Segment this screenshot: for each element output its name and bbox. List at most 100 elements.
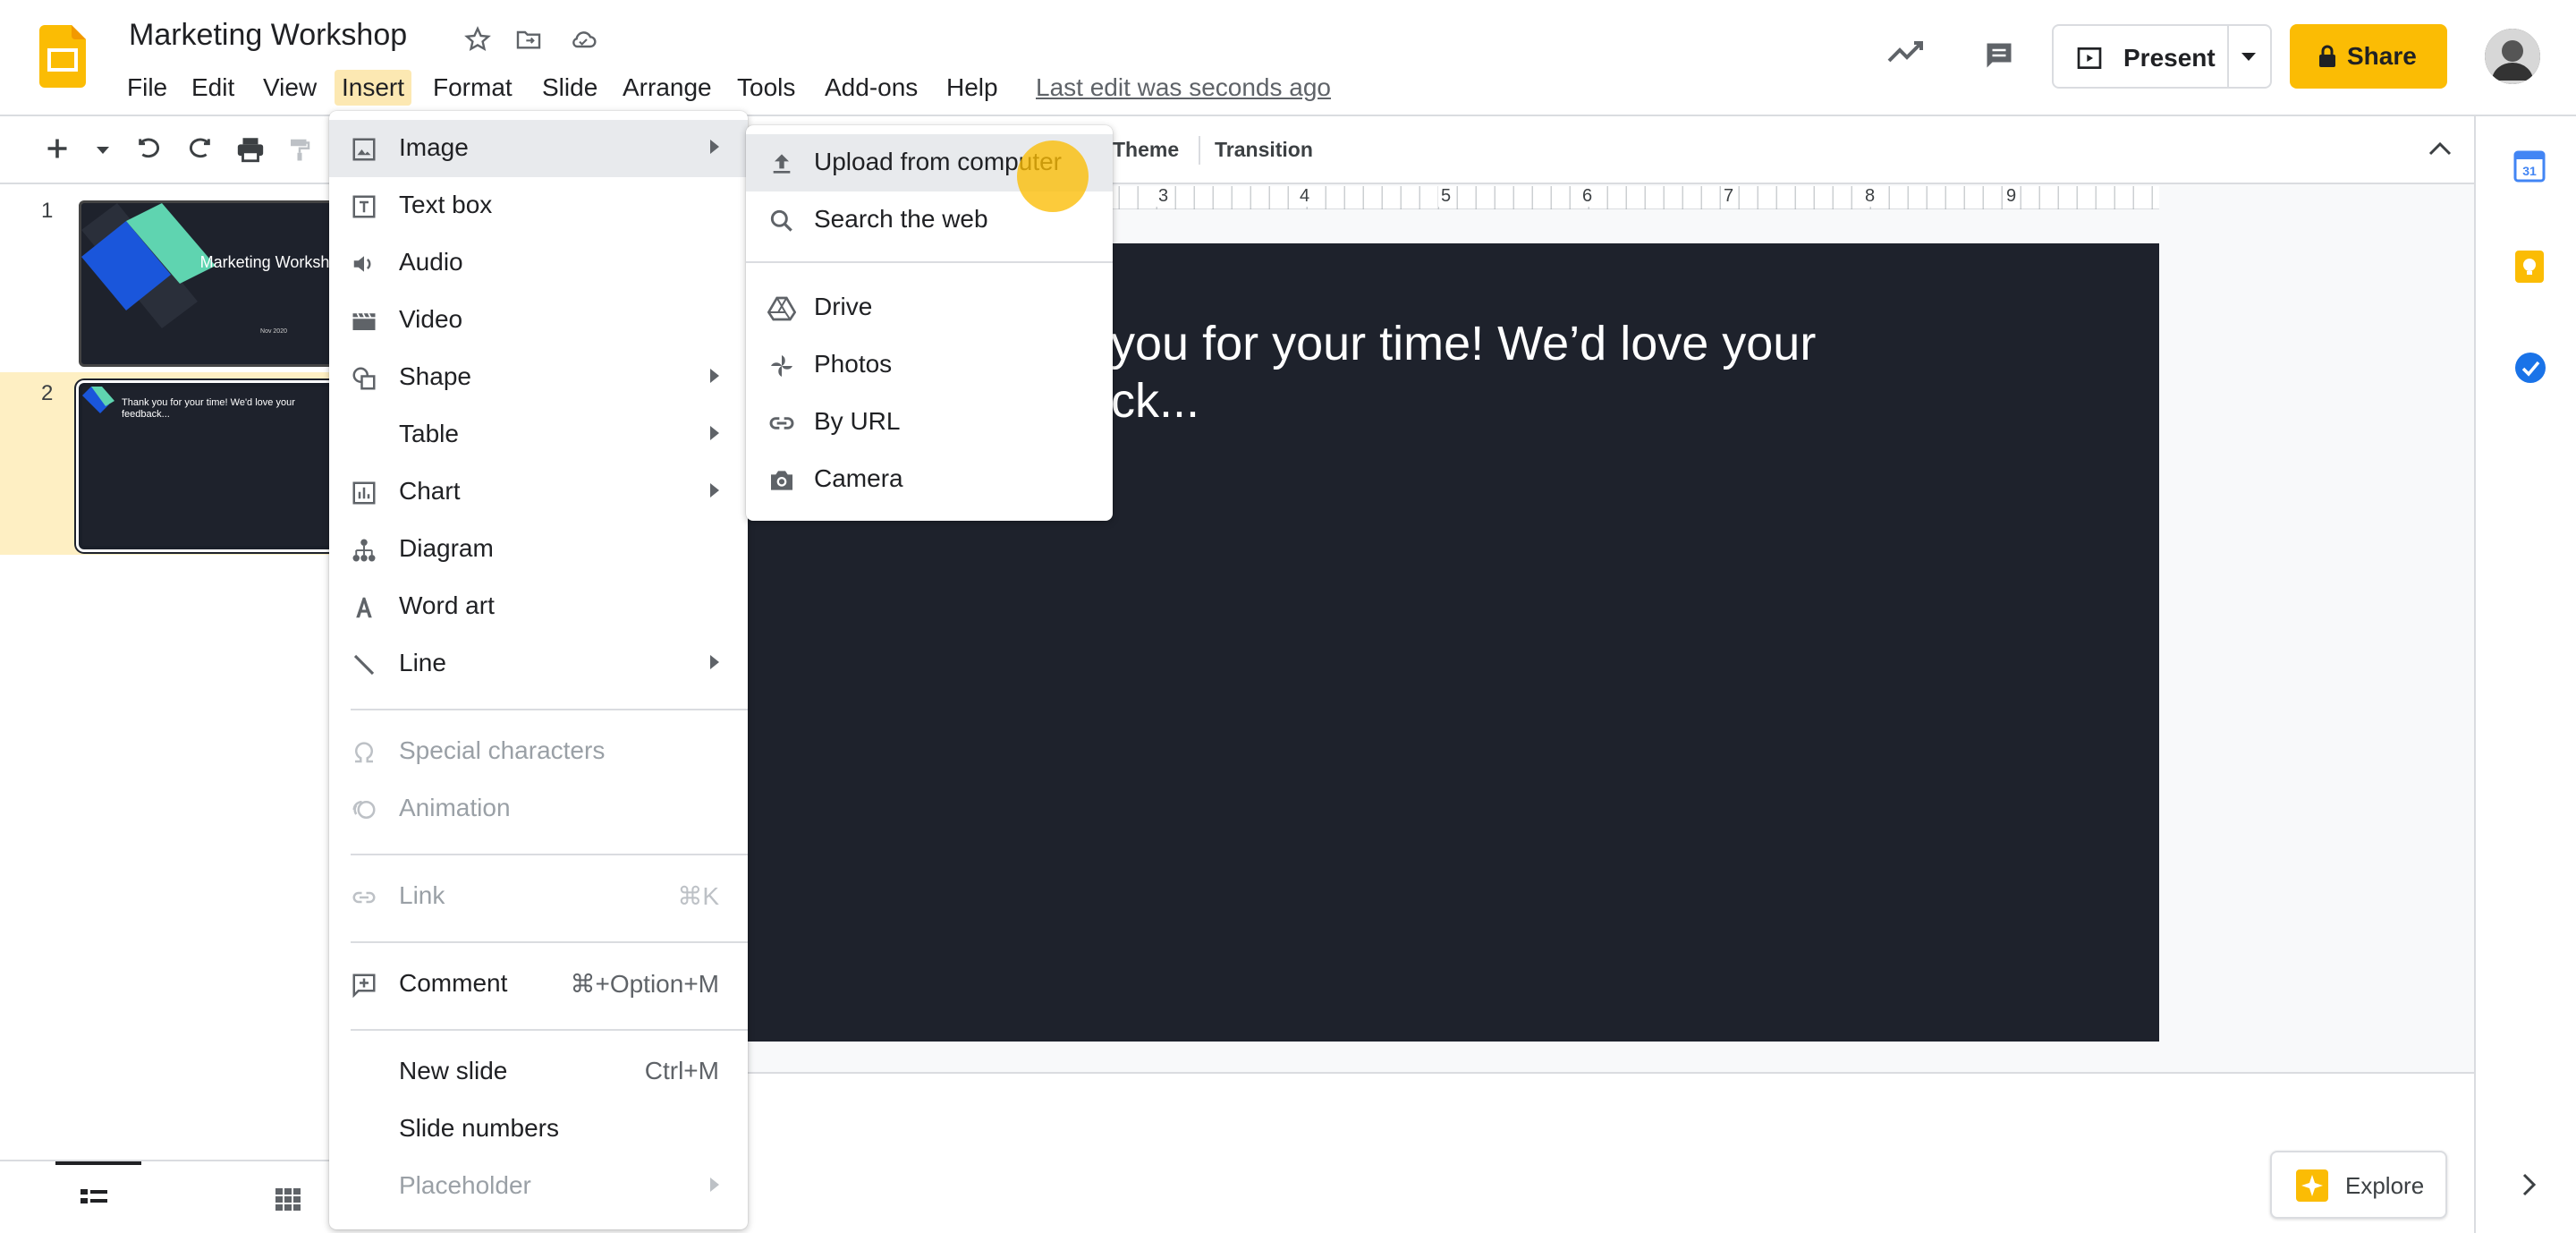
menu-item-image[interactable]: Image [329, 120, 748, 177]
last-edit-link[interactable]: Last edit was seconds ago [1036, 70, 1331, 106]
animation-icon [351, 796, 377, 823]
menu-item-new-slide[interactable]: New slide Ctrl+M [329, 1043, 748, 1101]
menu-item-label: Chart [399, 477, 461, 505]
explore-button[interactable]: Explore [2270, 1151, 2447, 1219]
filmstrip-view-icon[interactable] [79, 1186, 109, 1210]
menu-item-table[interactable]: Table [329, 406, 748, 463]
menu-item-label: Table [399, 420, 459, 447]
submenu-item-camera[interactable]: Camera [746, 451, 1113, 508]
menu-item-label: Shape [399, 362, 471, 390]
share-button[interactable]: Share [2290, 24, 2447, 89]
slide-number: 2 [41, 381, 54, 405]
chart-icon [351, 480, 377, 506]
present-dropdown-icon[interactable] [2241, 53, 2256, 61]
collapse-toolbar-icon[interactable] [2428, 140, 2453, 157]
menu-item-label: Image [399, 133, 469, 161]
menu-format[interactable]: Format [433, 70, 513, 106]
slides-logo-icon[interactable] [39, 25, 86, 88]
menu-separator [351, 854, 748, 855]
present-label: Present [2123, 44, 2216, 72]
doc-title[interactable]: Marketing Workshop [129, 18, 407, 53]
menu-item-label: Special characters [399, 736, 606, 764]
ruler-label: 8 [1862, 186, 1878, 207]
omega-icon [351, 739, 377, 766]
submenu-item-photos[interactable]: Photos [746, 336, 1113, 394]
ruler-label: 9 [2004, 186, 2020, 207]
text-box-icon [351, 193, 377, 220]
menu-item-label: Video [399, 305, 463, 333]
print-icon[interactable] [234, 134, 267, 165]
menu-view[interactable]: View [263, 70, 317, 106]
submenu-item-drive[interactable]: Drive [746, 279, 1113, 336]
menu-item-label: Audio [399, 248, 463, 276]
menu-item-shortcut: ⌘K [677, 882, 719, 910]
menu-item-text-box[interactable]: Text box [329, 177, 748, 234]
submenu-item-label: By URL [814, 407, 901, 435]
grid-view-icon[interactable] [274, 1186, 302, 1212]
move-folder-icon[interactable] [513, 25, 544, 54]
keep-icon[interactable] [2513, 249, 2546, 285]
menu-item-comment[interactable]: Comment ⌘+Option+M [329, 956, 748, 1013]
drive-icon [767, 294, 796, 323]
submenu-item-label: Camera [814, 464, 903, 492]
lock-icon [2317, 44, 2338, 69]
menu-item-shape[interactable]: Shape [329, 349, 748, 406]
upload-icon [767, 149, 796, 178]
present-button[interactable]: Present [2052, 24, 2272, 89]
menu-item-slide-numbers[interactable]: Slide numbers [329, 1101, 748, 1158]
expand-panel-icon[interactable] [2521, 1172, 2538, 1197]
redo-icon[interactable] [184, 134, 216, 163]
undo-icon[interactable] [132, 134, 165, 163]
menu-item-label: Word art [399, 591, 495, 619]
menu-separator [351, 709, 748, 710]
submenu-arrow-icon [710, 655, 719, 669]
diagram-icon [351, 537, 377, 564]
insert-menu: Image Text box Audio Video Shape Table C… [329, 111, 748, 1229]
menu-edit[interactable]: Edit [191, 70, 234, 106]
submenu-arrow-icon [710, 426, 719, 440]
present-icon [2075, 44, 2104, 72]
menu-slide[interactable]: Slide [542, 70, 597, 106]
menu-arrange[interactable]: Arrange [623, 70, 712, 106]
activity-trend-icon[interactable] [1887, 39, 1925, 64]
avatar[interactable] [2485, 29, 2540, 84]
new-slide-dropdown-icon[interactable] [97, 147, 109, 154]
submenu-separator [746, 261, 1113, 263]
menu-addons[interactable]: Add-ons [825, 70, 918, 106]
menu-item-line[interactable]: Line [329, 635, 748, 693]
menu-help[interactable]: Help [946, 70, 998, 106]
share-label: Share [2347, 42, 2417, 70]
menu-item-word-art[interactable]: Word art [329, 578, 748, 635]
thumb-date: Nov 2020 [260, 328, 287, 335]
comment-icon [351, 972, 377, 999]
word-art-icon [351, 594, 377, 621]
menu-item-label: Comment [399, 969, 508, 997]
menu-tools[interactable]: Tools [737, 70, 795, 106]
star-icon[interactable] [463, 25, 492, 54]
new-slide-plus-icon[interactable] [41, 132, 73, 165]
explore-icon [2295, 1169, 2329, 1203]
menu-file[interactable]: File [127, 70, 167, 106]
video-icon [351, 308, 377, 335]
submenu-arrow-icon [710, 483, 719, 497]
comments-icon[interactable] [1982, 39, 2016, 72]
submenu-item-by-url[interactable]: By URL [746, 394, 1113, 451]
menu-item-video[interactable]: Video [329, 292, 748, 349]
menu-item-animation: Animation [329, 780, 748, 838]
explore-label: Explore [2345, 1172, 2425, 1199]
active-view-indicator [55, 1161, 141, 1165]
link-icon [351, 884, 377, 911]
menu-insert[interactable]: Insert [335, 70, 412, 106]
tasks-icon[interactable] [2513, 351, 2547, 385]
menu-item-label: New slide [399, 1057, 508, 1084]
calendar-icon[interactable]: 31 [2513, 149, 2546, 183]
transition-button[interactable]: Transition [1215, 138, 1313, 162]
theme-button[interactable]: Theme [1113, 138, 1179, 162]
submenu-arrow-icon [710, 140, 719, 154]
menu-item-chart[interactable]: Chart [329, 463, 748, 521]
cloud-saved-icon[interactable] [567, 25, 599, 54]
menu-item-diagram[interactable]: Diagram [329, 521, 748, 578]
menu-separator [351, 941, 748, 943]
paint-format-icon[interactable] [286, 134, 313, 165]
menu-item-audio[interactable]: Audio [329, 234, 748, 292]
